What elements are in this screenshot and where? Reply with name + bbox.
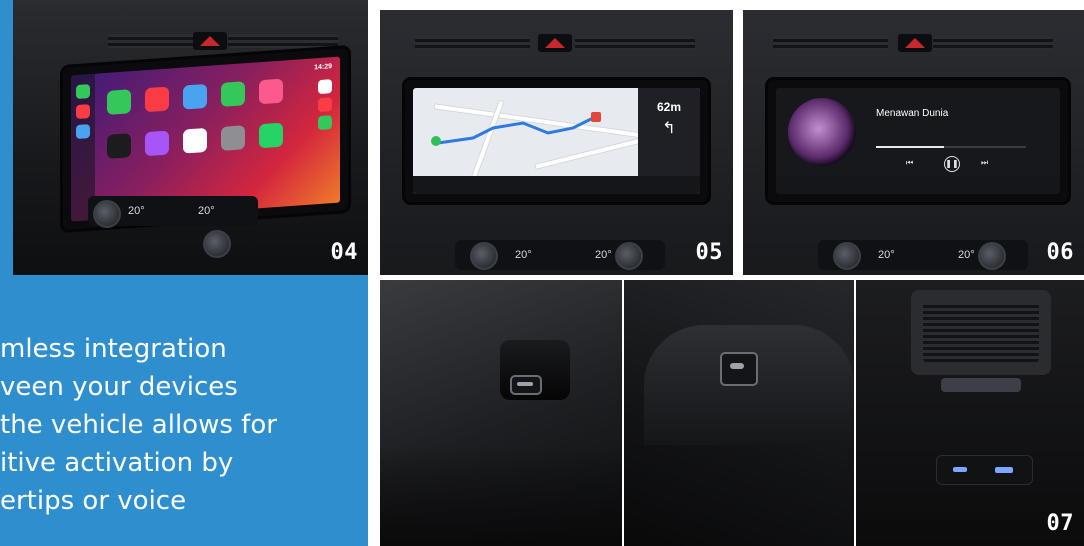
album-art — [788, 98, 856, 166]
feature-description: mless integration veen your devices the … — [0, 330, 362, 520]
nav-status-bar — [413, 176, 700, 194]
whatsapp-app-icon — [259, 122, 283, 149]
media-photo: Menawan Dunia ⏮ ❚❚ ⏭ 20° 20° 06 — [743, 10, 1084, 275]
carplay-time: 14:29 — [314, 63, 332, 72]
climate-left-temp: 20° — [128, 205, 145, 217]
description-line-2: veen your devices — [0, 372, 238, 402]
climate-left-temp: 20° — [878, 249, 895, 261]
climate-knob-right — [203, 230, 231, 258]
dock-phone-icon — [76, 84, 90, 100]
maps-app-icon — [183, 83, 207, 110]
hazard-icon — [905, 38, 925, 48]
previous-icon: ⏮ — [906, 158, 914, 167]
now-playing-app-icon — [259, 78, 283, 105]
progress-fill — [876, 146, 944, 148]
tile-number: 05 — [695, 240, 723, 265]
podcasts-app-icon — [145, 130, 169, 157]
tile-number: 04 — [330, 240, 358, 265]
description-line-1: mless integration — [0, 334, 227, 364]
right-dock-phone-icon — [318, 115, 332, 131]
right-dock-app-icon — [318, 79, 332, 95]
map-view: 62m ↰ — [413, 88, 700, 194]
music-player: Menawan Dunia ⏮ ❚❚ ⏭ — [776, 88, 1060, 194]
hazard-button — [193, 32, 227, 50]
description-line-3: the vehicle allows for — [0, 410, 277, 440]
phone-app-icon — [107, 89, 131, 115]
rear-vent — [923, 302, 1039, 362]
origin-marker-icon — [431, 136, 441, 146]
carplay-app-grid — [71, 57, 340, 159]
climate-knob-right — [978, 242, 1006, 270]
turn-distance: 62m — [656, 100, 682, 114]
progress-track — [876, 146, 1026, 148]
right-vent — [228, 34, 338, 48]
hazard-button — [538, 34, 572, 52]
left-vent — [415, 36, 530, 50]
climate-knob-left — [93, 200, 121, 228]
audiobook-app-icon — [107, 133, 131, 159]
climate-right-temp: 20° — [595, 249, 612, 261]
next-icon: ⏭ — [981, 158, 989, 167]
hazard-icon — [200, 36, 220, 46]
calendar-app-icon — [183, 127, 207, 154]
tile-number: 07 — [1046, 511, 1074, 536]
media-status-bar — [776, 176, 1060, 194]
left-vent — [108, 34, 203, 48]
climate-left-temp: 20° — [515, 249, 532, 261]
climate-right-temp: 20° — [198, 205, 215, 217]
console-shadow — [380, 446, 622, 546]
climate-knob-left — [470, 242, 498, 270]
climate-knob-left — [833, 242, 861, 270]
song-title: Menawan Dunia — [876, 108, 949, 119]
messages-app-icon — [221, 81, 245, 107]
usb-c-port-icon — [720, 352, 758, 386]
music-app-icon — [145, 86, 169, 113]
rear-vent-control — [941, 378, 1021, 392]
navigation-screen: 62m ↰ — [405, 80, 708, 202]
dock-maps-icon — [76, 124, 90, 140]
right-dock-music-icon — [318, 97, 332, 113]
rear-vent-housing — [911, 290, 1051, 375]
rear-usb-a-port-icon — [995, 467, 1013, 473]
usb-photo-2 — [624, 280, 854, 546]
carplay-photo: 14:29 20° 20° 04 — [13, 0, 368, 275]
settings-app-icon — [221, 125, 245, 151]
rear-usb-c-port-icon — [953, 467, 967, 472]
route-line — [437, 116, 594, 145]
usb-photo-1 — [380, 280, 622, 546]
hazard-icon — [545, 38, 565, 48]
description-line-5: ertips or voice — [0, 486, 187, 516]
carplay-right-dock — [318, 79, 332, 131]
turn-card: 62m ↰ — [638, 88, 700, 176]
hazard-button — [898, 34, 932, 52]
media-screen: Menawan Dunia ⏮ ❚❚ ⏭ — [768, 80, 1068, 202]
climate-right-temp: 20° — [958, 249, 975, 261]
destination-marker-icon — [591, 112, 601, 122]
description-line-4: itive activation by — [0, 448, 234, 478]
usb-a-port-icon — [510, 375, 542, 395]
climate-knob-right — [615, 242, 643, 270]
pause-icon: ❚❚ — [944, 156, 960, 172]
left-vent — [773, 36, 888, 50]
tile-number: 06 — [1046, 240, 1074, 265]
right-vent — [575, 36, 695, 50]
navigation-photo: 62m ↰ 20° 20° 05 — [380, 10, 733, 275]
turn-left-arrow-icon: ↰ — [662, 120, 676, 137]
dock-music-icon — [76, 104, 90, 120]
rear-usb-panel — [936, 455, 1033, 485]
usb-photo-3: 07 — [856, 280, 1084, 546]
right-vent — [933, 36, 1053, 50]
